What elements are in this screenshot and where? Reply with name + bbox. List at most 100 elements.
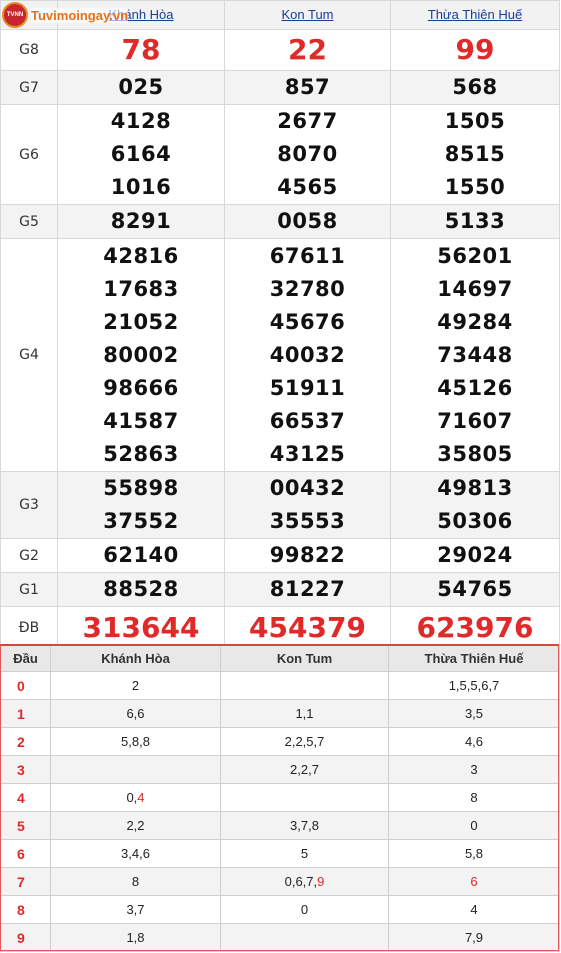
- prize-cell: 568: [390, 70, 560, 105]
- prize-number: 8291: [110, 209, 172, 233]
- loto-row: 5 2,2 3,7,8 0: [0, 811, 560, 840]
- logo-badge-icon: TVNN: [2, 2, 28, 28]
- loto-row: 9 1,8 7,9: [0, 923, 560, 952]
- prize-cell: 623976: [390, 606, 560, 649]
- prize-cell: 88528: [57, 572, 225, 607]
- loto-tail-cell: 3,7,8: [220, 811, 389, 840]
- site-logo[interactable]: TVNN Tuvimoingay.vn: [2, 2, 129, 28]
- prize-number: 1550: [444, 175, 506, 199]
- loto-tail-cell: 2,2,5,7: [220, 727, 389, 756]
- loto-tail-cell: 2,2: [50, 811, 221, 840]
- loto-tail-cell: [220, 783, 389, 812]
- prize-cell: 54765: [390, 572, 560, 607]
- loto-head-digit: 4: [0, 783, 51, 812]
- loto-tail-cell: 4: [388, 895, 560, 924]
- loto-head-digit: 1: [0, 699, 51, 728]
- prize-number: 78: [121, 33, 161, 66]
- loto-tail-value: 2,2,5,7: [284, 734, 325, 749]
- prize-label: ĐB: [0, 606, 58, 649]
- loto-header-thua-thien-hue: Thừa Thiên Huế: [388, 644, 560, 672]
- prize-number: 81227: [269, 577, 346, 601]
- prize-number: 17683: [103, 276, 179, 301]
- loto-tail-value: 0: [470, 818, 478, 833]
- loto-tail-value: 1,1: [295, 706, 314, 721]
- prize-row: G8 78 22 99: [0, 29, 560, 71]
- loto-tail-value: 5,8,8: [121, 734, 150, 749]
- prize-number: 45126: [437, 375, 513, 400]
- loto-head-digit: 0: [0, 671, 51, 700]
- loto-row: 0 2 1,5,5,6,7: [0, 671, 560, 700]
- loto-head-digit: 8: [0, 895, 51, 924]
- prize-cell: 1505 8515 1550: [390, 104, 560, 205]
- logo-text: Tuvimoingay.vn: [31, 7, 129, 23]
- prize-number: 32780: [269, 276, 346, 301]
- prize-row: G4 42816 17683 21052 80002 98666 41587 52863 676…: [0, 238, 560, 472]
- loto-tail-value: 8: [131, 874, 140, 889]
- prize-cell: 56201 14697 49284 73448 45126 71607 35805: [390, 238, 560, 472]
- results-table: Khánh Hòa Kon Tum Thừa Thiên Huế G8 78 22 9…: [0, 0, 560, 649]
- loto-row: 6 3,4,6 5 5,8: [0, 839, 560, 868]
- prize-cell: 8291: [57, 204, 225, 239]
- prize-number: 71607: [437, 408, 513, 433]
- prize-label: G7: [0, 70, 58, 105]
- prize-cell: 81227: [224, 572, 391, 607]
- prize-cell: 78: [57, 29, 225, 71]
- prize-cell: 857: [224, 70, 391, 105]
- prize-cell: 29024: [390, 538, 560, 573]
- prize-number: 73448: [437, 342, 513, 367]
- prize-number: 00432: [269, 476, 346, 500]
- prize-row: G3 55898 37552 00432 35553 49813 50306: [0, 471, 560, 539]
- prize-number: 568: [452, 75, 498, 99]
- loto-tail-value: 1,8: [126, 930, 145, 945]
- prize-number: 623976: [416, 610, 534, 644]
- loto-tail-value: 7,9: [464, 930, 484, 945]
- loto-head-digit: 9: [0, 923, 51, 952]
- prize-row: G2 62140 99822 29024: [0, 538, 560, 573]
- prize-number: 66537: [269, 408, 346, 433]
- loto-header-khanh-hoa: Khánh Hòa: [50, 644, 221, 672]
- prize-number: 40032: [269, 342, 346, 367]
- prize-cell: 42816 17683 21052 80002 98666 41587 52863: [57, 238, 225, 472]
- prize-number: 45676: [269, 309, 346, 334]
- loto-tail-value: 2,2,7: [290, 762, 319, 777]
- prize-number: 22: [288, 33, 327, 66]
- loto-tail-cell: 0: [220, 895, 389, 924]
- loto-tail-cell: 5: [220, 839, 389, 868]
- prize-number: 14697: [437, 276, 513, 301]
- prize-cell: 5133: [390, 204, 560, 239]
- loto-tail-cell: 5,8,8: [50, 727, 221, 756]
- prize-number: 62140: [103, 543, 179, 567]
- prize-number: 0058: [277, 209, 338, 233]
- loto-tail-cell: 1,5,5,6,7: [388, 671, 560, 700]
- loto-row: 4 0,4 8: [0, 783, 560, 812]
- prize-number: 35553: [269, 509, 346, 533]
- loto-tail-cell: [220, 671, 389, 700]
- prize-number: 80002: [103, 342, 179, 367]
- prize-cell: 67611 32780 45676 40032 51911 66537 43125: [224, 238, 391, 472]
- loto-tail-value: 2: [131, 678, 140, 693]
- prize-cell: 62140: [57, 538, 225, 573]
- prize-cell: 0058: [224, 204, 391, 239]
- province-link-kon-tum[interactable]: Kon Tum: [281, 7, 333, 22]
- prize-label: G8: [0, 29, 58, 71]
- loto-tail-cell: 3: [388, 755, 560, 784]
- prize-number: 67611: [269, 243, 346, 268]
- loto-tail-value: 6,6: [126, 706, 145, 721]
- prize-cell: 025: [57, 70, 225, 105]
- loto-head-table: Đầu Khánh Hòa Kon Tum Thừa Thiên Huế 021…: [0, 644, 560, 952]
- province-link-thua-thien-hue[interactable]: Thừa Thiên Huế: [428, 7, 522, 22]
- prize-number: 025: [118, 75, 164, 99]
- loto-tail-value: 3,7: [126, 902, 145, 917]
- prize-label: G2: [0, 538, 58, 573]
- prize-number: 1505: [444, 109, 506, 133]
- prize-number: 49284: [437, 309, 513, 334]
- loto-tail-cell: 2: [50, 671, 221, 700]
- loto-row: 2 5,8,8 2,2,5,7 4,6: [0, 727, 560, 756]
- loto-tail-cell: 2,2,7: [220, 755, 389, 784]
- loto-tail-cell: 1,8: [50, 923, 221, 952]
- loto-head-digit: 2: [0, 727, 51, 756]
- prize-cell: 49813 50306: [390, 471, 560, 539]
- loto-tail-value: 4,6: [464, 734, 484, 749]
- prize-label: G4: [0, 238, 58, 472]
- loto-tail-value: 2,2: [126, 818, 145, 833]
